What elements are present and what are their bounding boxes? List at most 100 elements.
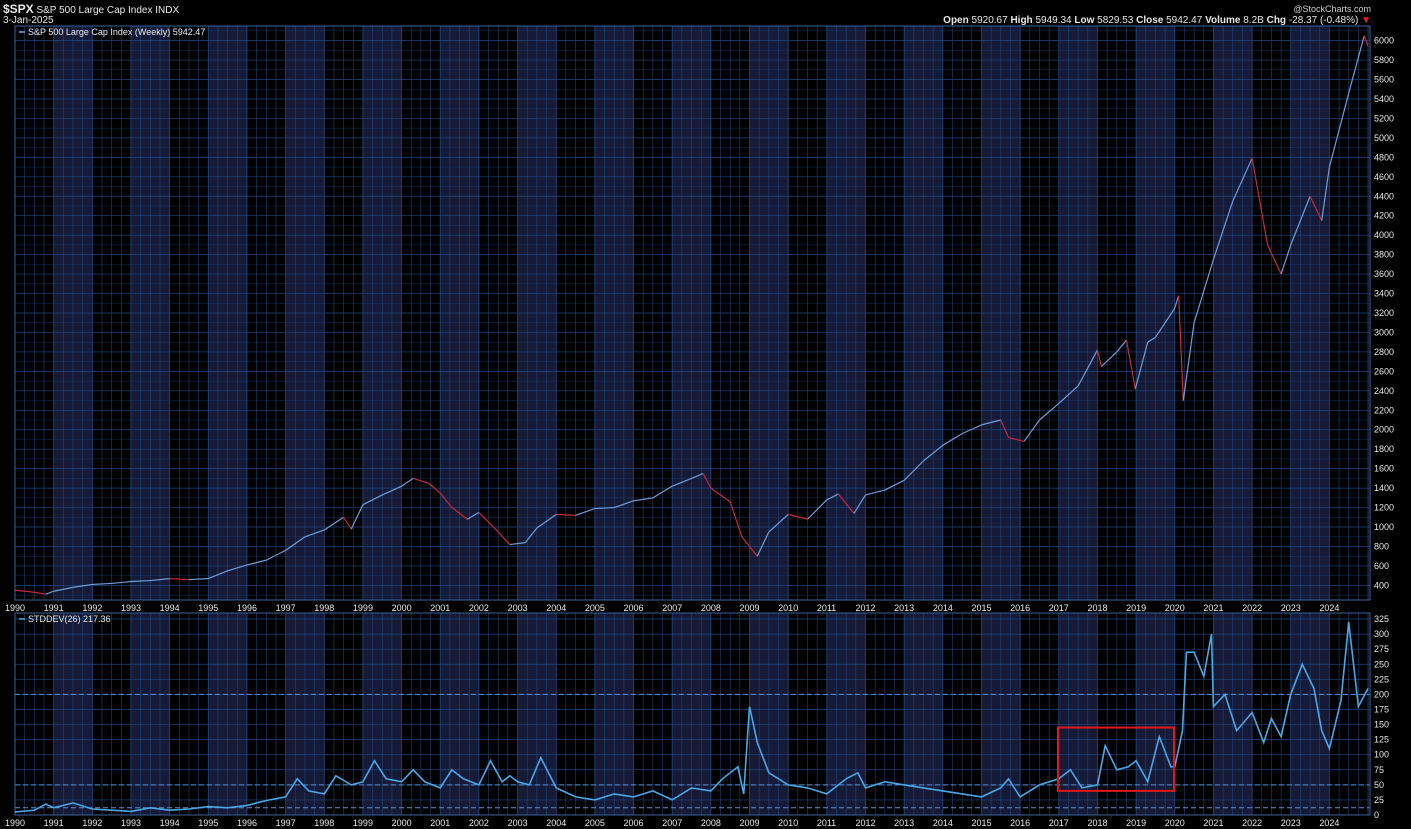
legend-label: STDDEV(26) 217.36 [28, 614, 111, 624]
y-tick-label: 0 [1374, 810, 1379, 820]
x-tick-label: 2011 [817, 818, 836, 828]
x-tick-label: 2012 [855, 818, 875, 828]
y-tick-label: 25 [1374, 795, 1384, 805]
x-tick-label: 1998 [314, 818, 334, 828]
x-tick-label: 1995 [198, 603, 218, 613]
x-tick-label: 1990 [5, 818, 25, 828]
x-tick-label: 1993 [121, 603, 141, 613]
x-tick-label: 1990 [5, 603, 25, 613]
x-tick-label: 2007 [662, 818, 682, 828]
x-tick-label: 2001 [430, 603, 450, 613]
x-tick-label: 2014 [933, 818, 953, 828]
y-tick-label: 4200 [1374, 211, 1394, 221]
x-tick-label: 2018 [1087, 818, 1107, 828]
x-tick-label: 1992 [82, 818, 102, 828]
x-tick-label: 2008 [701, 818, 721, 828]
y-tick-label: 125 [1374, 735, 1389, 745]
x-tick-label: 2017 [1049, 818, 1069, 828]
y-tick-label: 1200 [1374, 503, 1394, 513]
x-tick-label: 2015 [971, 818, 991, 828]
x-tick-label: 1997 [276, 603, 296, 613]
x-tick-label: 2023 [1281, 818, 1301, 828]
x-tick-label: 2010 [778, 603, 798, 613]
x-tick-label: 2023 [1281, 603, 1301, 613]
y-tick-label: 2000 [1374, 425, 1394, 435]
x-tick-label: 2016 [1010, 818, 1030, 828]
y-tick-label: 2600 [1374, 366, 1394, 376]
x-tick-label: 2004 [546, 818, 566, 828]
x-tick-label: 2020 [1165, 603, 1185, 613]
x-tick-label: 2000 [392, 818, 412, 828]
x-tick-label: 2019 [1126, 603, 1146, 613]
x-tick-label: 2003 [508, 603, 528, 613]
x-tick-label: 1997 [276, 818, 296, 828]
y-tick-label: 5400 [1374, 94, 1394, 104]
x-tick-label: 2009 [740, 603, 760, 613]
x-tick-label: 1998 [314, 603, 334, 613]
x-tick-label: 2002 [469, 818, 489, 828]
x-tick-label: 2020 [1165, 818, 1185, 828]
x-tick-label: 1994 [160, 603, 180, 613]
x-tick-label: 1991 [44, 818, 64, 828]
y-tick-label: 175 [1374, 704, 1389, 714]
y-tick-label: 1000 [1374, 522, 1394, 532]
y-tick-label: 50 [1374, 780, 1384, 790]
x-tick-label: 2004 [546, 603, 566, 613]
x-tick-label: 2005 [585, 603, 605, 613]
y-tick-label: 1800 [1374, 444, 1394, 454]
x-tick-label: 2024 [1319, 818, 1339, 828]
x-tick-label: 2022 [1242, 603, 1262, 613]
x-tick-label: 2006 [624, 818, 644, 828]
x-tick-label: 2010 [778, 818, 798, 828]
y-tick-label: 2200 [1374, 405, 1394, 415]
y-tick-label: 225 [1374, 674, 1389, 684]
x-tick-label: 2015 [971, 603, 991, 613]
x-tick-label: 1999 [353, 818, 373, 828]
y-tick-label: 4400 [1374, 191, 1394, 201]
y-tick-label: 5000 [1374, 133, 1394, 143]
x-tick-label: 2013 [894, 603, 914, 613]
x-tick-label: 1999 [353, 603, 373, 613]
x-tick-label: 1994 [160, 818, 180, 828]
y-tick-label: 4600 [1374, 172, 1394, 182]
price-panel: 400 600 800 1000 1200 1400 1600 1800 2000 2200 240… [5, 25, 1394, 613]
y-tick-label: 600 [1374, 561, 1389, 571]
y-tick-label: 800 [1374, 541, 1389, 551]
x-tick-label: 2018 [1087, 603, 1107, 613]
y-tick-label: 1400 [1374, 483, 1394, 493]
y-tick-label: 75 [1374, 765, 1384, 775]
x-tick-label: 1993 [121, 818, 141, 828]
x-tick-label: 2002 [469, 603, 489, 613]
y-tick-label: 400 [1374, 580, 1389, 590]
y-tick-label: 3400 [1374, 289, 1394, 299]
x-tick-label: 2019 [1126, 818, 1146, 828]
x-tick-label: 2005 [585, 818, 605, 828]
y-tick-label: 5200 [1374, 113, 1394, 123]
y-tick-label: 200 [1374, 689, 1389, 699]
y-tick-label: 100 [1374, 750, 1389, 760]
legend-label: S&P 500 Large Cap Index (Weekly) 5942.47 [28, 27, 205, 37]
x-tick-label: 2009 [740, 818, 760, 828]
x-tick-label: 2021 [1203, 603, 1223, 613]
x-tick-label: 2006 [624, 603, 644, 613]
x-tick-label: 2001 [430, 818, 450, 828]
x-tick-label: 2013 [894, 818, 914, 828]
x-tick-label: 2011 [817, 603, 836, 613]
y-tick-label: 3200 [1374, 308, 1394, 318]
x-tick-label: 1991 [44, 603, 64, 613]
price-chart[interactable]: 4006008001000120014001600180020002200240… [0, 0, 1411, 829]
x-tick-label: 2022 [1242, 818, 1262, 828]
y-tick-label: 4000 [1374, 230, 1394, 240]
y-tick-label: 1600 [1374, 464, 1394, 474]
x-tick-label: 2007 [662, 603, 682, 613]
x-tick-label: 1996 [237, 603, 257, 613]
x-tick-label: 2024 [1319, 603, 1339, 613]
y-tick-label: 275 [1374, 644, 1389, 654]
y-tick-label: 2400 [1374, 386, 1394, 396]
x-tick-label: 2021 [1203, 818, 1223, 828]
y-tick-label: 5800 [1374, 55, 1394, 65]
x-tick-label: 2000 [392, 603, 412, 613]
y-tick-label: 2800 [1374, 347, 1394, 357]
x-tick-label: 2008 [701, 603, 721, 613]
x-tick-label: 2017 [1049, 603, 1069, 613]
